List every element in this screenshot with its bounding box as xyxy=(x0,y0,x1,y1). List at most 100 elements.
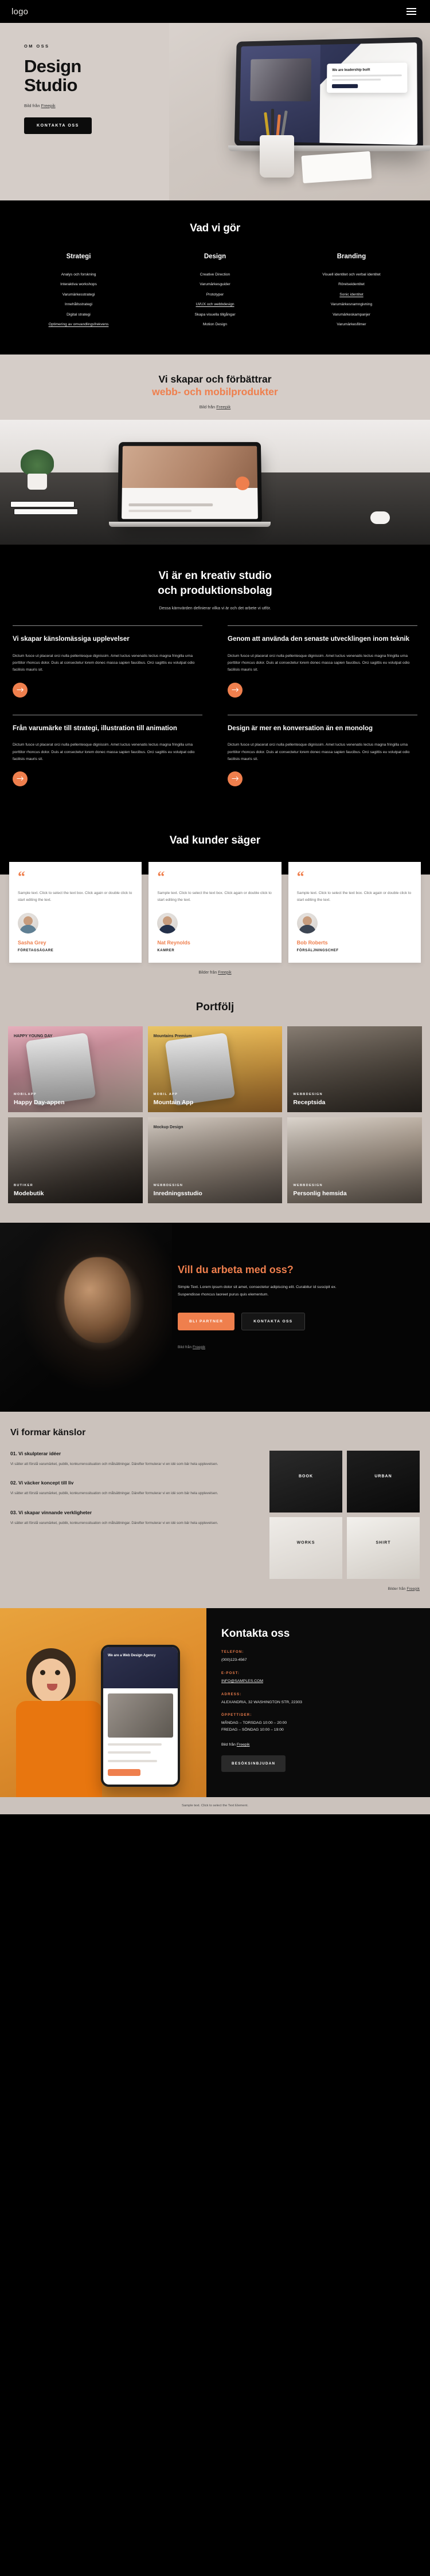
portfolio-category: WEBBDESIGN xyxy=(153,1183,183,1187)
freepik-link[interactable]: Freepik xyxy=(406,1587,420,1591)
credit-prefix: Bild från xyxy=(221,1743,237,1747)
work-title: Vill du arbeta med oss? xyxy=(178,1263,294,1275)
burger-bar xyxy=(406,11,416,12)
quote-icon: “ xyxy=(296,868,304,885)
values-grid: Vi skapar känslomässiga upplevelser Dict… xyxy=(0,625,430,786)
site-logo[interactable]: logo xyxy=(11,7,28,17)
arrow-right-glyph xyxy=(17,777,24,781)
portfolio-item[interactable]: Mockup Design WEBBDESIGN Inredningsstudi… xyxy=(147,1117,283,1203)
service-list-item[interactable]: Motion Design xyxy=(147,320,283,330)
service-list: Analys och forskning Interaktiva worksho… xyxy=(10,270,147,330)
portfolio-item[interactable]: HAPPY YOUNG DAY MOBILAPP Happy Day-appen xyxy=(8,1026,143,1112)
freepik-link[interactable]: Freepik xyxy=(193,1345,205,1349)
freepik-link[interactable]: Freepik xyxy=(216,404,230,409)
arrow-right-icon[interactable] xyxy=(13,682,28,698)
portfolio-item[interactable]: BUTIKER Modebutik xyxy=(8,1117,143,1203)
feelings-image: BOOK xyxy=(269,1450,342,1512)
service-list-item[interactable]: Varumärkesstrategi xyxy=(10,290,147,300)
feelings-list: 01. Vi skulpterar idéer Vi sätter att fö… xyxy=(10,1451,259,1579)
phone-screen-line xyxy=(108,1743,162,1746)
service-list-item[interactable]: Digital strategi xyxy=(10,310,147,320)
arrow-right-icon[interactable] xyxy=(228,682,243,698)
contact-address-value: ALEXANDRIA, 32 WASHINGTON STR, 22303 xyxy=(221,1700,302,1704)
phone-screen: We are a Web Design Agency xyxy=(103,1647,178,1785)
portfolio-caption: BUTIKER Modebutik xyxy=(14,1184,137,1197)
service-list-item[interactable]: Interaktiva workshops xyxy=(10,280,147,290)
feelings-image: SHIRT xyxy=(347,1517,420,1579)
feelings-image-label: SHIRT xyxy=(376,1541,391,1545)
portfolio-caption: MOBILAPP Happy Day-appen xyxy=(14,1093,137,1106)
service-list-item[interactable]: Innehållsstrategi xyxy=(10,300,147,310)
portfolio-section: Portfölj HAPPY YOUNG DAY MOBILAPP Happy … xyxy=(0,986,430,1223)
portfolio-thumb-caption: HAPPY YOUNG DAY xyxy=(14,1034,53,1038)
service-list-item[interactable]: Analys och forskning xyxy=(10,270,147,280)
service-list-item[interactable]: Skapa visuella tillgångar xyxy=(147,310,283,320)
service-list-item[interactable]: Varumärkesfilmer xyxy=(283,320,420,330)
divider xyxy=(13,625,202,627)
divider xyxy=(228,625,417,627)
portfolio-name: Receptsida xyxy=(293,1098,326,1106)
email-link[interactable]: INFO@SAMPLES.COM xyxy=(221,1679,263,1683)
portfolio-item[interactable]: WEBBDESIGN Receptsida xyxy=(287,1026,422,1112)
testimonial-text[interactable]: Sample text. Click to select the text bo… xyxy=(297,890,412,904)
become-partner-button[interactable]: BLI PARTNER xyxy=(178,1312,235,1330)
service-list-item[interactable]: Creative Direction xyxy=(147,270,283,280)
portfolio-item[interactable]: WEBBDESIGN Personlig hemsida xyxy=(287,1117,422,1203)
screen-line xyxy=(128,503,213,507)
service-column-heading: Design xyxy=(204,253,226,260)
portfolio-item[interactable]: Mountains Premium MOBIL APP Mountain App xyxy=(147,1026,283,1112)
arrow-right-glyph xyxy=(232,688,239,692)
testimonials-row: “ Sample text. Click to select the text … xyxy=(9,861,421,963)
contact-phone-value[interactable]: (000)123-4567 xyxy=(221,1657,416,1664)
service-list: Visuell identitet och verbal identitet R… xyxy=(283,270,420,330)
testimonial-card: “ Sample text. Click to select the text … xyxy=(288,861,421,963)
testimonial-text[interactable]: Sample text. Click to select the text bo… xyxy=(157,890,272,904)
contact-hours-value-1: MÅNDAG – TORSDAG 10:00 – 20:00 xyxy=(221,1721,287,1726)
person-eye xyxy=(40,1669,45,1675)
page-title: Design Studio xyxy=(24,57,430,95)
desk-laptop-base xyxy=(109,522,271,527)
service-list-item[interactable]: Varumärkeskampanjer xyxy=(283,310,420,320)
arrow-right-glyph xyxy=(17,688,24,692)
quote-icon: “ xyxy=(157,868,165,885)
feelings-item-body: Vi sätter att förstå varumärket, publik,… xyxy=(10,1462,218,1466)
hero-content: OM OSS Design Studio Bild från Freepik K… xyxy=(0,23,430,134)
service-list-item[interactable]: Prototyper xyxy=(147,290,283,300)
portfolio-title: Portfölj xyxy=(196,1001,234,1013)
value-card: Design är mer en konversation än en mono… xyxy=(215,714,417,786)
credit-prefix: Bilder från xyxy=(198,970,218,975)
service-list-item[interactable]: UI/UX och webbdesign xyxy=(147,300,283,310)
plant-illustration xyxy=(21,450,54,476)
contact-address-label: ADRESS: xyxy=(221,1692,242,1696)
arrow-right-icon[interactable] xyxy=(228,771,243,786)
feelings-title: Vi formar känslor xyxy=(10,1427,86,1437)
service-list-item[interactable]: Visuell identitet och verbal identitet xyxy=(283,270,420,280)
service-list-item[interactable]: Sonic identitet xyxy=(283,290,420,300)
arrow-right-icon[interactable] xyxy=(13,771,28,786)
portfolio-name: Modebutik xyxy=(14,1189,44,1197)
visit-invitation-button[interactable]: BESÖKSINBJUDAN xyxy=(221,1755,286,1773)
contact-hours-value-2: FREDAG – SÖNDAG 10:00 – 19:00 xyxy=(221,1728,284,1732)
phone-mockup: We are a Web Design Agency xyxy=(101,1644,180,1787)
value-card-heading: Från varumärke till strategi, illustrati… xyxy=(13,724,177,732)
hamburger-menu-icon[interactable] xyxy=(404,6,419,17)
portfolio-name: Happy Day-appen xyxy=(14,1098,65,1106)
contact-us-button-secondary[interactable]: KONTAKTA OSS xyxy=(241,1312,305,1330)
service-list-item[interactable]: Optimering av omvandlingsfrekvens xyxy=(10,320,147,330)
work-image-credit: Bild från Freepik xyxy=(178,1345,411,1349)
freepik-link[interactable]: Freepik xyxy=(237,1743,250,1747)
service-list-item[interactable]: Varumärkesnamngivning xyxy=(283,300,420,310)
service-column-heading: Strategi xyxy=(66,253,91,260)
value-card: Genom att använda den senaste utveckling… xyxy=(215,625,417,698)
work-buttons: BLI PARTNER KONTAKTA OSS xyxy=(178,1312,411,1330)
work-with-us-section: Vill du arbeta med oss? Simple Text. Lor… xyxy=(0,1222,430,1412)
service-list-item[interactable]: Rörelseidentitet xyxy=(283,280,420,290)
freepik-link[interactable]: Freepik xyxy=(41,103,56,108)
freepik-link[interactable]: Freepik xyxy=(218,971,231,975)
testimonials-image-credit: Bilder från Freepik xyxy=(9,963,421,975)
footer-text[interactable]: Sample text. Click to select the Text El… xyxy=(0,1804,430,1807)
contact-us-button[interactable]: KONTAKTA OSS xyxy=(24,117,92,134)
feelings-section: Vi formar känslor 01. Vi skulpterar idée… xyxy=(0,1411,430,1608)
service-list-item[interactable]: Varumärkesguider xyxy=(147,280,283,290)
testimonial-text[interactable]: Sample text. Click to select the text bo… xyxy=(18,890,133,904)
